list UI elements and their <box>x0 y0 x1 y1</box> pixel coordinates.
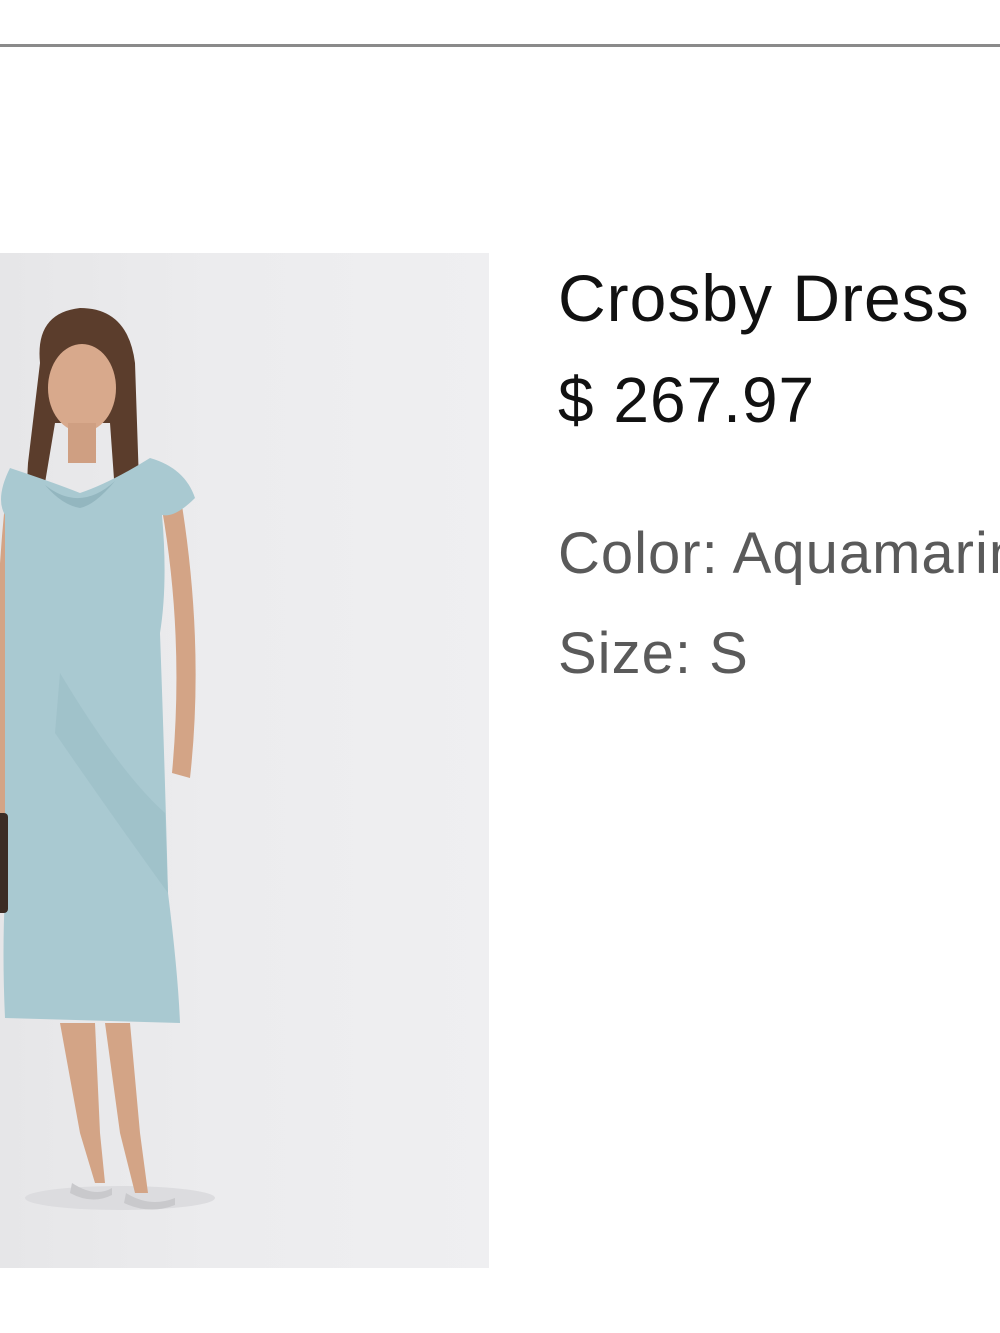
product-card: Crosby Dress $ 267.97 Color: Aquamarine … <box>0 0 1000 1333</box>
product-color: Color: Aquamarine <box>558 520 1000 588</box>
product-photo[interactable] <box>0 253 489 1268</box>
product-title: Crosby Dress <box>558 261 970 335</box>
color-value: Aquamarine <box>732 521 1000 586</box>
size-value: S <box>709 621 749 686</box>
top-divider <box>0 44 1000 47</box>
size-label: Size: <box>558 621 692 686</box>
color-label: Color: <box>558 521 719 586</box>
product-photo-icon <box>0 308 215 1210</box>
product-price: $ 267.97 <box>558 364 816 436</box>
product-size: Size: S <box>558 620 1000 688</box>
product-info: Crosby Dress $ 267.97 Color: Aquamarine … <box>558 258 1000 688</box>
